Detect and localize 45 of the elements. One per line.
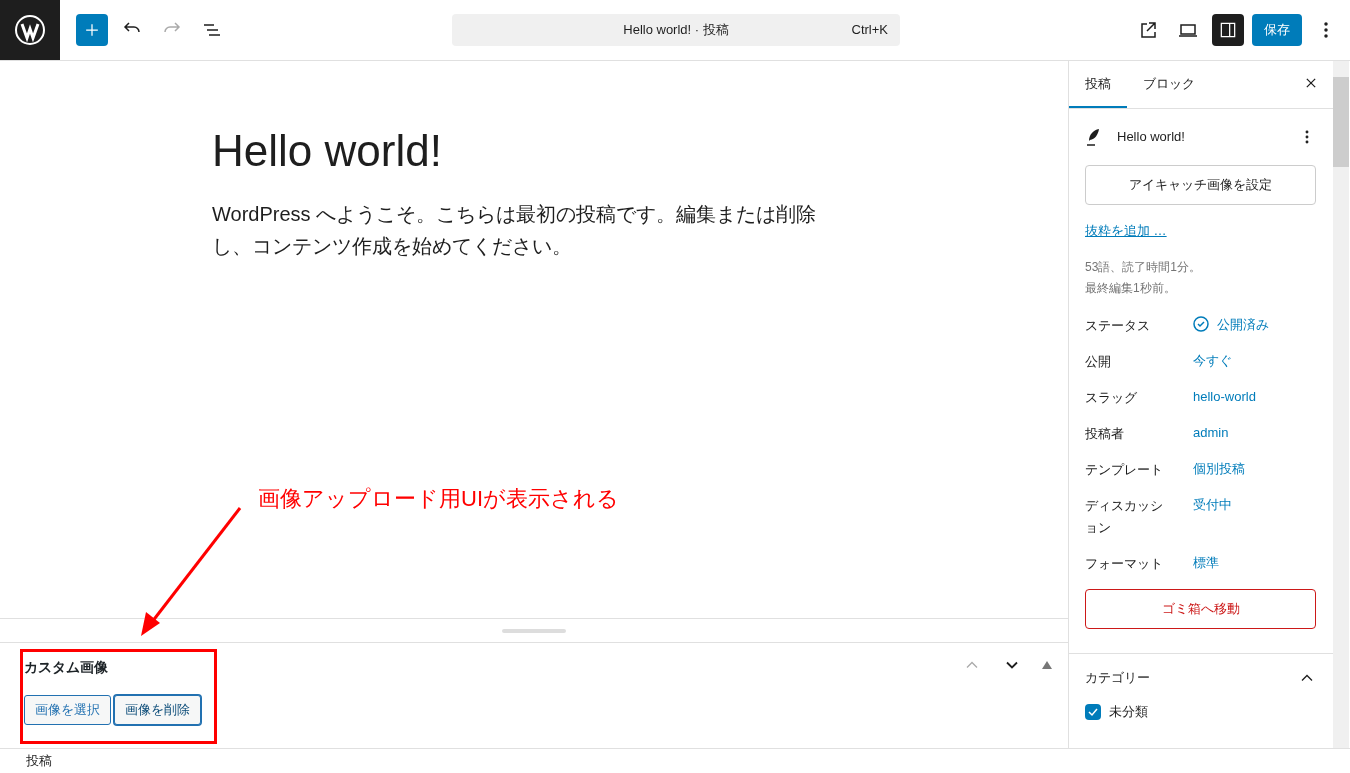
field-value-link[interactable]: 個別投稿	[1193, 458, 1245, 478]
shortcut-label: Ctrl+K	[851, 21, 888, 40]
meta-box-button[interactable]: 画像を削除	[114, 695, 201, 725]
command-bar[interactable]: Hello world! · 投稿 Ctrl+K	[452, 14, 900, 46]
field-label: 公開	[1085, 352, 1112, 371]
meta-box-title: カスタム画像	[24, 658, 108, 677]
check-circle-icon	[1193, 316, 1209, 333]
resize-handle[interactable]	[502, 628, 566, 633]
field-label: スラッグ	[1085, 388, 1138, 407]
command-bar-title: Hello world! · 投稿	[623, 21, 729, 40]
status-button[interactable]: 公開済み	[1193, 314, 1269, 334]
post-stats-text: 最終編集1秒前。	[1085, 279, 1177, 297]
trash-button[interactable]: ゴミ箱へ移動	[1085, 588, 1316, 629]
post-title[interactable]: Hello world!	[212, 123, 1068, 178]
field-value-link[interactable]: admin	[1193, 422, 1229, 442]
field-value-link[interactable]: 今すぐ	[1193, 350, 1232, 370]
breadcrumb[interactable]: 投稿	[26, 751, 52, 771]
field-label: ディスカッション	[1085, 496, 1164, 537]
add-excerpt-link[interactable]: 抜粋を追加 …	[1085, 221, 1317, 241]
wordpress-logo-icon[interactable]	[0, 0, 60, 60]
save-button[interactable]: 保存	[1252, 14, 1302, 46]
collapse-icon[interactable]	[1042, 661, 1052, 669]
add-block-button[interactable]	[76, 14, 108, 46]
featured-image-button[interactable]: アイキャッチ画像を設定	[1085, 165, 1316, 205]
annotation-text: 画像アップロード用UIが表示される	[258, 485, 619, 513]
sidebar-tab[interactable]: ブロック	[1127, 61, 1211, 108]
field-value-link[interactable]: 受付中	[1193, 494, 1232, 514]
field-value-link[interactable]: 標準	[1193, 552, 1219, 572]
field-label: テンプレート	[1085, 460, 1164, 479]
quill-icon	[1085, 128, 1101, 146]
field-label: ステータス	[1085, 316, 1151, 335]
post-paragraph[interactable]: WordPress へようこそ。こちらは最初の投稿です。編集または削除し、コンテンツ作成を始めてください。	[212, 198, 852, 262]
field-label: フォーマット	[1085, 554, 1164, 573]
post-title-label: Hello world!	[1117, 128, 1185, 147]
settings-panel-button[interactable]	[1212, 14, 1244, 46]
sidebar-tab[interactable]: 投稿	[1069, 61, 1127, 108]
category-label: 未分類	[1109, 703, 1148, 721]
field-label: 投稿者	[1085, 424, 1125, 443]
field-value-link[interactable]: hello-world	[1193, 386, 1256, 406]
category-checkbox[interactable]	[1085, 703, 1101, 720]
scrollbar[interactable]	[1333, 61, 1349, 748]
meta-box-button[interactable]: 画像を選択	[24, 695, 111, 725]
post-stats-text: 53語、読了時間1分。	[1085, 258, 1203, 276]
categories-heading[interactable]: カテゴリー	[1085, 668, 1150, 688]
sidebar-panel-icon	[1218, 20, 1238, 40]
